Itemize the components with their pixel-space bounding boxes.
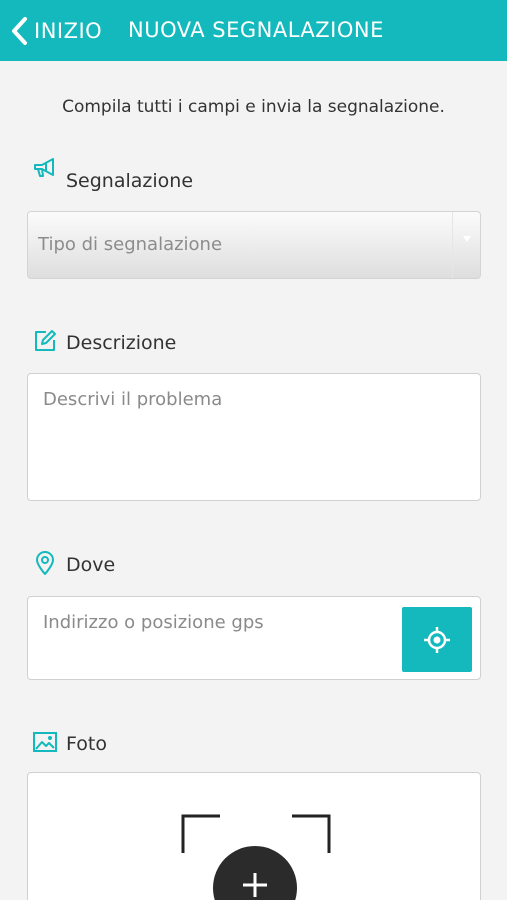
chevron-left-icon (12, 17, 27, 45)
intro-text: Compila tutti i campi e invia la segnala… (62, 97, 445, 117)
tipo-segnalazione-select[interactable]: Tipo di segnalazione (27, 211, 481, 279)
back-button[interactable]: INIZIO (10, 14, 102, 48)
select-arrow-box (452, 212, 480, 278)
segnalazione-label-row: Segnalazione (32, 156, 193, 192)
gps-location-button[interactable] (402, 607, 472, 672)
chevron-down-icon (463, 236, 471, 242)
megaphone-icon (32, 156, 58, 182)
descrizione-label-row: Descrizione (32, 328, 176, 354)
descrizione-textarea[interactable]: Descrivi il problema (27, 373, 481, 501)
page-title: NUOVA SEGNALAZIONE (128, 18, 384, 42)
gps-target-icon (424, 627, 450, 653)
descrizione-label: Descrizione (66, 332, 177, 354)
image-icon (32, 729, 58, 755)
top-bar: INIZIO NUOVA SEGNALAZIONE (0, 0, 507, 61)
foto-panel (27, 772, 481, 900)
plus-icon (243, 873, 267, 897)
dove-label: Dove (66, 554, 116, 576)
edit-icon (32, 328, 58, 354)
location-pin-icon (32, 550, 58, 576)
back-label: INIZIO (34, 19, 103, 43)
tipo-segnalazione-placeholder: Tipo di segnalazione (38, 234, 223, 255)
descrizione-placeholder: Descrivi il problema (43, 389, 223, 410)
segnalazione-label: Segnalazione (66, 170, 194, 192)
indirizzo-placeholder: Indirizzo o posizione gps (43, 612, 264, 633)
foto-label: Foto (66, 733, 107, 755)
foto-label-row: Foto (32, 729, 107, 755)
dove-label-row: Dove (32, 550, 115, 576)
